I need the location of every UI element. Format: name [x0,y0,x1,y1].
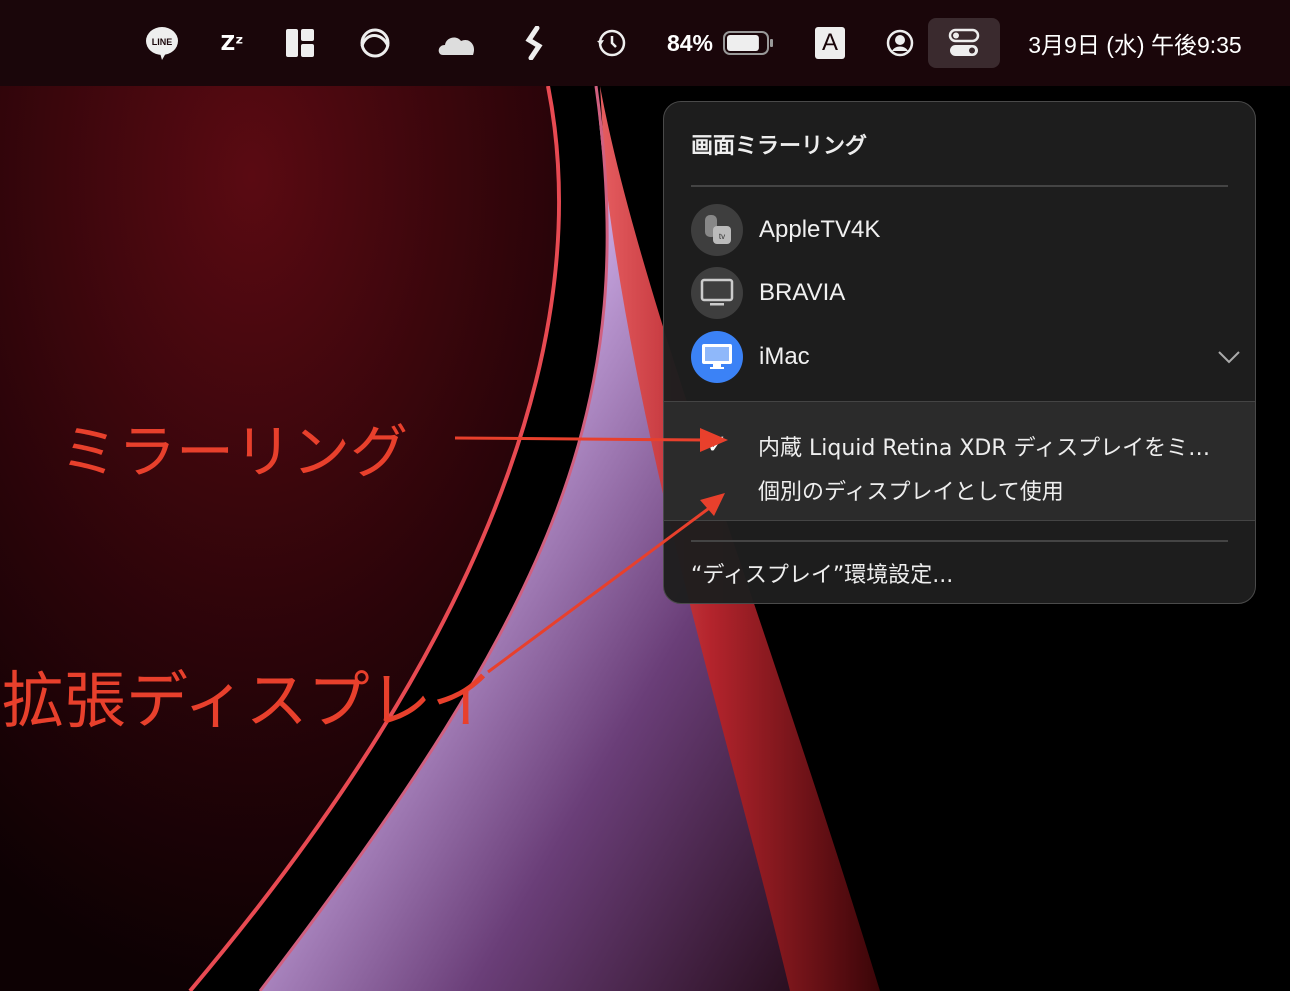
layout-icon[interactable] [282,22,318,64]
chevron-down-icon[interactable] [1217,349,1241,365]
device-appletv4k[interactable]: tv AppleTV4K [691,204,1231,256]
option-mirror-builtin[interactable]: 内蔵 Liquid Retina XDR ディスプレイをミ… [758,430,1210,462]
divider [691,185,1228,187]
tv-display-icon [691,267,743,319]
annotation-extended: 拡張ディスプレイ [2,664,494,737]
user-icon[interactable] [884,22,916,64]
input-method-icon[interactable]: A [815,22,845,64]
creative-cloud-icon[interactable] [352,22,398,64]
imac-options: ✓ 内蔵 Liquid Retina XDR ディスプレイをミ… 個別のディスプ… [664,401,1255,521]
display-preferences-link[interactable]: “ディスプレイ”環境設定... [691,557,953,589]
svg-text:LINE: LINE [152,37,173,47]
menu-bar: LINE Zᶻ 84% A 3月9日 (水) 午後9:35 [0,0,1290,86]
script-icon[interactable] [520,22,550,64]
device-label: AppleTV4K [759,216,881,243]
line-icon[interactable]: LINE [142,22,182,64]
time-machine-icon[interactable] [592,22,630,64]
control-center-icon[interactable] [928,18,1000,68]
battery-percent: 84% [666,29,714,56]
device-bravia[interactable]: BRAVIA [691,267,1231,319]
svg-text:tv: tv [719,232,725,241]
panel-title: 画面ミラーリング [691,134,868,159]
device-label: BRAVIA [759,279,846,306]
apple-tv-icon: tv [691,204,743,256]
screen-mirroring-panel: 画面ミラーリング tv AppleTV4K BRAVIA iMac ✓ 内蔵 L… [663,101,1256,604]
battery-icon[interactable] [722,22,776,64]
annotation-mirroring: ミラーリング [60,418,409,486]
device-imac[interactable]: iMac [691,331,1240,383]
option-extended-display[interactable]: 個別のディスプレイとして使用 [758,474,1064,506]
input-method-label: A [815,27,845,59]
device-label: iMac [759,343,810,370]
sleep-icon[interactable]: Zᶻ [212,22,252,64]
cloud-icon[interactable] [435,22,481,64]
clock[interactable]: 3月9日 (水) 午後9:35 [1010,22,1260,64]
divider [691,540,1228,542]
checkmark-icon: ✓ [706,430,728,460]
imac-icon [691,331,743,383]
